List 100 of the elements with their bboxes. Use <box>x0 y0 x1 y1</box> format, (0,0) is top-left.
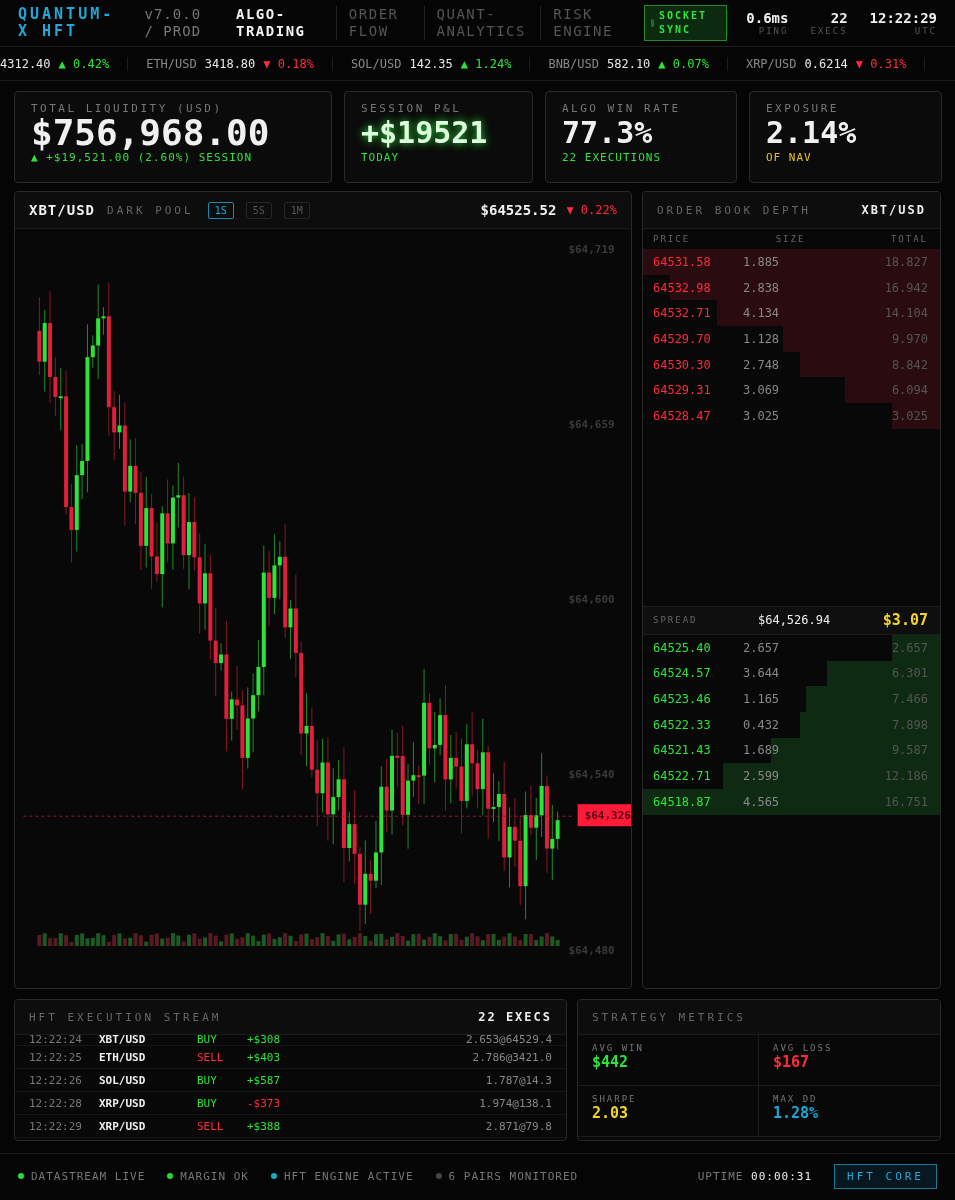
exec-fill: 1.974@138.1 <box>479 1096 552 1110</box>
order-total: 9.587 <box>890 743 928 758</box>
order-total: 16.751 <box>883 794 928 809</box>
metric-value: 2.03 <box>592 1104 630 1122</box>
book-pair: XBT/USD <box>861 203 926 217</box>
ticker-pair: ETH/USD <box>146 56 197 71</box>
exec-count: 22 EXECS <box>478 1010 552 1024</box>
metric-label: AVG WIN <box>592 1043 645 1053</box>
timeframe-button[interactable]: 1M <box>283 201 310 219</box>
order-total: 7.466 <box>890 692 928 707</box>
exec-side: SELL <box>197 1119 225 1133</box>
stat-value: 12:22:29 <box>869 10 937 26</box>
exec-pair: ETH/USD <box>99 1050 147 1064</box>
order-price: 64518.87 <box>652 794 712 809</box>
order-price: 64523.46 <box>652 692 712 707</box>
ticker-pair: XRP/USD <box>745 56 797 71</box>
nav-tab[interactable]: RISK ENGINE <box>540 6 638 40</box>
nav-tab[interactable]: QUANT-ANALYTICS <box>423 6 541 40</box>
order-size: 1.128 <box>742 331 781 346</box>
timeframe-button[interactable]: 5S <box>245 201 272 219</box>
card-value: 2.14% <box>766 115 858 151</box>
metric-label: AVG LOSS <box>773 1043 834 1053</box>
order-price: 64524.57 <box>652 666 712 681</box>
status-label: MARGIN OK <box>180 1169 249 1183</box>
order-total: 3.025 <box>890 408 928 423</box>
stat-value: 22 <box>830 10 848 26</box>
stat-label: UTC <box>914 26 937 36</box>
order-total: 12.186 <box>883 769 928 784</box>
hft-core-button[interactable]: HFT CORE <box>834 1163 937 1189</box>
order-size: 1.885 <box>742 254 781 269</box>
exec-time: 12:22:24 <box>29 1035 83 1045</box>
ticker-change: ▼ 0.31% <box>855 56 907 71</box>
mid-price: $64,526.94 <box>757 613 832 628</box>
card-subtitle: 22 EXECUTIONS <box>562 151 663 164</box>
socket-sync-button[interactable]: SOCKET SYNC <box>643 5 728 41</box>
order-price: 64529.70 <box>652 331 712 346</box>
app-logo: QUANTUM-X HFT <box>18 6 115 40</box>
metric-value: $442 <box>592 1053 630 1071</box>
card-label: SESSION P&L <box>361 102 463 115</box>
uptime-label: UPTIME 00:00:31 <box>697 1169 812 1183</box>
order-total: 9.970 <box>890 331 928 346</box>
timeframe-button[interactable]: 1S <box>207 201 234 219</box>
nav-tab[interactable]: ALGO-TRADING <box>224 6 336 40</box>
metric-value: 1.28% <box>773 1104 820 1122</box>
card-subtitle: TODAY <box>361 151 401 164</box>
order-price: 64529.31 <box>652 383 712 398</box>
last-price-tag: $64,326 <box>577 804 631 827</box>
order-size: 3.069 <box>742 383 781 398</box>
status-label: 6 PAIRS MONITORED <box>448 1169 579 1183</box>
exec-fill: 1.787@14.3 <box>485 1073 552 1087</box>
metric-label: SHARPE <box>592 1094 638 1104</box>
ticker-change: ▲ 0.07% <box>658 56 709 71</box>
spread-label: SPREAD <box>652 615 699 626</box>
order-size: 2.657 <box>742 640 781 655</box>
stat-value: 0.6ms <box>746 10 789 26</box>
exec-fill: 2.653@64529.4 <box>465 1035 552 1045</box>
order-size: 2.599 <box>742 769 781 784</box>
order-size: 2.838 <box>742 280 781 295</box>
book-title: ORDER BOOK DEPTH <box>656 203 811 217</box>
spread-value: $3.07 <box>882 611 928 630</box>
exec-fill: 2.786@3421.0 <box>472 1050 552 1064</box>
stat-label: EXECS <box>810 26 848 36</box>
order-price: 64528.47 <box>652 408 712 423</box>
card-value: $756,968.00 <box>31 115 271 151</box>
chart-change: ▼ 0.22% <box>566 203 617 217</box>
ticker-price: 4312.40 <box>0 56 51 71</box>
order-total: 16.942 <box>883 280 928 295</box>
order-total: 7.898 <box>890 717 928 732</box>
exec-time: 12:22:28 <box>29 1096 83 1110</box>
ticker-pair: SOL/USD <box>350 56 402 71</box>
order-price: 64532.71 <box>652 306 712 321</box>
stat-label: PING <box>758 26 789 36</box>
venue-label: DARK POOL <box>107 203 194 217</box>
exec-time: 12:22:25 <box>29 1050 83 1064</box>
exec-fill: 2.871@79.8 <box>485 1119 552 1133</box>
exec-pair: XRP/USD <box>99 1096 147 1110</box>
ticker-change: ▲ 0.42% <box>58 56 110 71</box>
order-price: 64521.43 <box>652 743 712 758</box>
order-price: 64531.58 <box>652 254 712 269</box>
order-total: 2.657 <box>890 640 928 655</box>
ticker-price: 582.10 <box>607 56 651 71</box>
order-price: 64522.33 <box>652 717 712 732</box>
exec-time: 12:22:26 <box>29 1073 83 1087</box>
version-label: v7.0.0 / PROD <box>144 6 203 40</box>
order-price: 64522.71 <box>652 769 712 784</box>
nav-tab[interactable]: ORDER FLOW <box>335 6 424 40</box>
metric-value: $167 <box>773 1053 811 1071</box>
exec-side: BUY <box>197 1035 218 1045</box>
exec-side: BUY <box>197 1096 218 1110</box>
order-price: 64525.40 <box>652 640 712 655</box>
ticker-price: 142.35 <box>409 56 453 71</box>
card-value: 77.3% <box>562 115 654 151</box>
exec-pnl: +$587 <box>247 1073 282 1087</box>
order-total: 6.301 <box>890 666 928 681</box>
exec-pnl: +$403 <box>247 1050 282 1064</box>
column-header: PRICE <box>652 234 692 244</box>
ticker-pair: BNB/USD <box>548 56 599 71</box>
order-price: 64530.30 <box>652 357 712 372</box>
order-size: 2.748 <box>742 357 781 372</box>
order-size: 3.025 <box>742 408 781 423</box>
